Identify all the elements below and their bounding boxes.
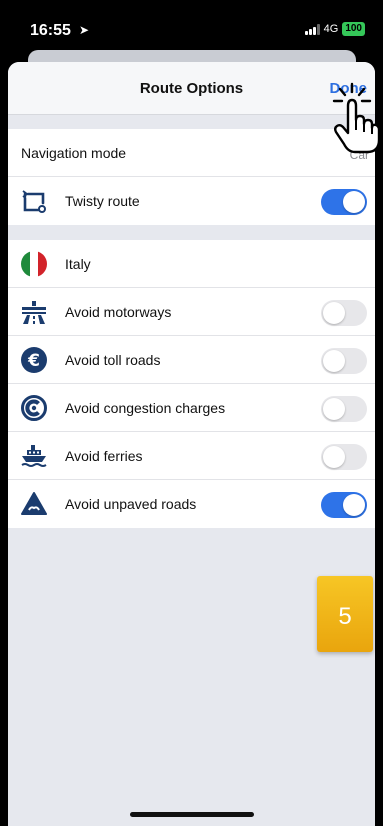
twisty-route-icon [22, 190, 46, 213]
avoid-toll-roads-toggle[interactable] [321, 348, 367, 374]
avoid-unpaved-row: Avoid unpaved roads [8, 480, 375, 528]
home-indicator[interactable] [130, 812, 254, 817]
toggle-knob [323, 446, 345, 468]
location-arrow-icon: ➤ [79, 23, 90, 37]
country-row: Italy [8, 240, 375, 288]
avoid-ferries-row: Avoid ferries [8, 432, 375, 480]
twisty-route-row: Twisty route [8, 177, 375, 225]
toggle-knob [343, 191, 365, 213]
euro-icon: € [21, 347, 47, 373]
country-section: Italy Avoid motorways € Avoid toll roads… [8, 240, 375, 528]
avoid-ferries-toggle[interactable] [321, 444, 367, 470]
avoid-congestion-row: Avoid congestion charges [8, 384, 375, 432]
avoid-congestion-label: Avoid congestion charges [65, 400, 226, 416]
step-number-badge: 5 [317, 576, 373, 652]
step-number: 5 [338, 603, 352, 630]
avoid-motorways-label: Avoid motorways [65, 304, 172, 320]
twisty-route-toggle[interactable] [321, 189, 367, 215]
nav-bar: Route Options Done [8, 62, 375, 115]
motorway-icon [22, 301, 46, 324]
avoid-toll-roads-label: Avoid toll roads [65, 352, 161, 368]
ferry-icon [21, 445, 47, 467]
toggle-knob [323, 350, 345, 372]
avoid-motorways-toggle[interactable] [321, 300, 367, 326]
twisty-route-label: Twisty route [65, 193, 140, 209]
page-title: Route Options [139, 80, 244, 97]
tap-hand-icon [332, 82, 381, 154]
navigation-mode-row[interactable]: Navigation mode Car [8, 129, 375, 177]
avoid-unpaved-label: Avoid unpaved roads [65, 496, 197, 512]
congestion-charge-icon [21, 395, 47, 421]
toggle-knob [323, 302, 345, 324]
navigation-mode-label: Navigation mode [21, 145, 127, 161]
status-time: 16:55 [30, 22, 71, 39]
avoid-motorways-row: Avoid motorways [8, 288, 375, 336]
network-type: 4G [323, 23, 339, 35]
route-options-sheet: Route Options Done Navigation mode Car T… [8, 62, 375, 826]
avoid-congestion-toggle[interactable] [321, 396, 367, 422]
toggle-knob [343, 494, 365, 516]
toggle-knob [323, 398, 345, 420]
unpaved-road-icon [21, 492, 47, 515]
svg-text:€: € [27, 351, 40, 371]
avoid-unpaved-toggle[interactable] [321, 492, 367, 518]
avoid-toll-roads-row: € Avoid toll roads [8, 336, 375, 384]
phone-screen: 16:55 ➤ 4G 100 Route Options Done Naviga… [0, 0, 383, 826]
avoid-ferries-label: Avoid ferries [65, 448, 143, 464]
battery-icon: 100 [342, 22, 365, 36]
country-label: Italy [65, 256, 91, 272]
navigation-section: Navigation mode Car Twisty route [8, 129, 375, 225]
status-right: 4G 100 [304, 22, 365, 36]
signal-icon [304, 23, 320, 35]
italy-flag-icon [21, 251, 47, 277]
